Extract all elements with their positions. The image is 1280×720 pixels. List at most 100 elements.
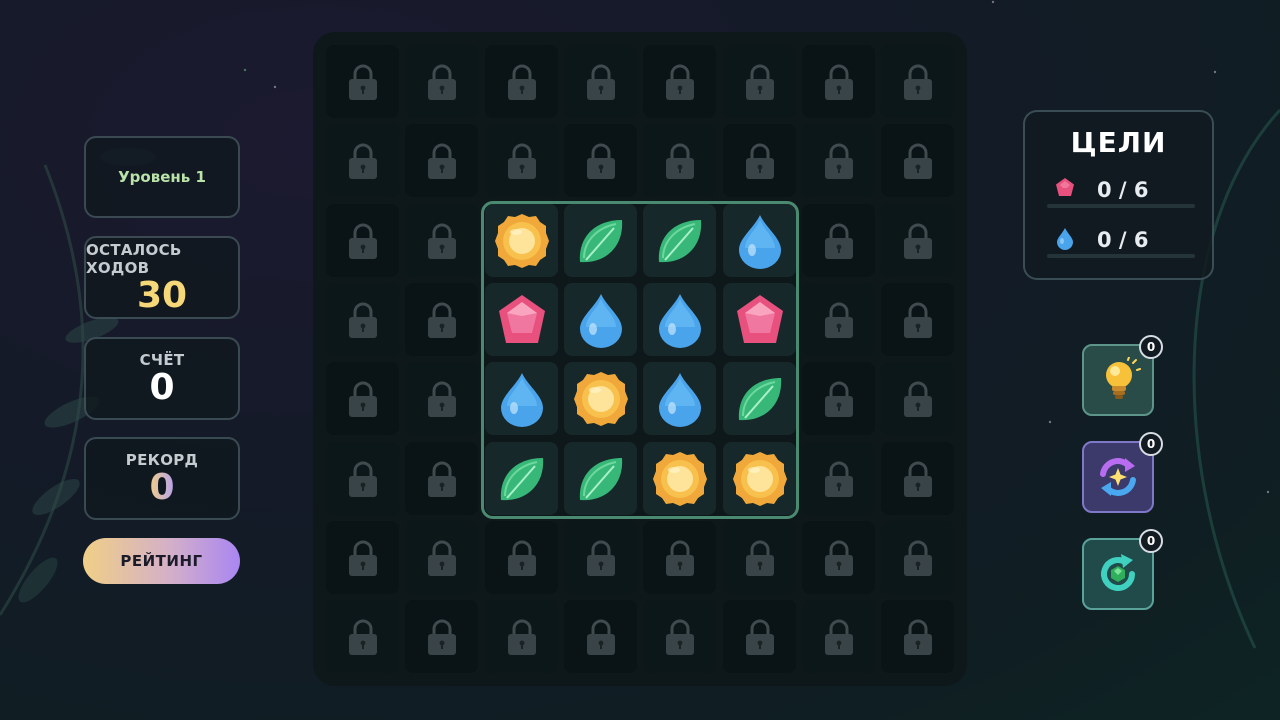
coin-gem-icon <box>731 450 789 508</box>
leaf-gem-icon <box>733 372 787 426</box>
coin-gem-icon <box>493 212 551 270</box>
board-cell-coin[interactable] <box>485 204 558 277</box>
board-cell-drop[interactable] <box>723 204 796 277</box>
padlock-icon <box>823 63 855 101</box>
padlock-icon <box>585 63 617 101</box>
padlock-icon <box>426 63 458 101</box>
locked-cell <box>326 362 399 435</box>
drop-gem-icon <box>576 291 626 349</box>
board-cell-coin[interactable] <box>564 362 637 435</box>
padlock-icon <box>426 618 458 656</box>
board-cell-leaf[interactable] <box>723 362 796 435</box>
coin-gem-icon <box>651 450 709 508</box>
locked-cell <box>881 124 954 197</box>
padlock-icon <box>902 222 934 260</box>
locked-cell <box>485 600 558 673</box>
padlock-icon <box>347 380 379 418</box>
board-cell-coin[interactable] <box>643 442 716 515</box>
moves-label: ОСТАЛОСЬ ХОДОВ <box>86 240 182 277</box>
padlock-icon <box>585 142 617 180</box>
board-cell-leaf[interactable] <box>643 204 716 277</box>
refresh-icon <box>1101 554 1135 592</box>
board-cell-ruby[interactable] <box>485 283 558 356</box>
drop-gem-icon <box>655 291 705 349</box>
locked-cell <box>723 124 796 197</box>
shuffle-booster-button[interactable]: 0 <box>1082 432 1163 513</box>
padlock-icon <box>823 301 855 339</box>
goal-drop-bar <box>1047 254 1195 258</box>
board-cell-drop[interactable] <box>643 362 716 435</box>
padlock-icon <box>347 142 379 180</box>
padlock-icon <box>902 539 934 577</box>
locked-cell <box>405 124 478 197</box>
moves-remaining-panel: ОСТАЛОСЬ ХОДОВ 30 <box>84 236 240 319</box>
padlock-icon <box>664 142 696 180</box>
drop-gem-icon <box>735 212 785 270</box>
padlock-icon <box>664 618 696 656</box>
shuffle-icon <box>1100 458 1136 496</box>
locked-cell <box>326 600 399 673</box>
padlock-icon <box>823 539 855 577</box>
refresh-count-badge: 0 <box>1139 529 1163 553</box>
leaf-gem-icon <box>653 214 707 268</box>
goal-drop-progress: 0 / 6 <box>1097 228 1149 252</box>
locked-cell <box>564 600 637 673</box>
padlock-icon <box>347 539 379 577</box>
board-cell-leaf[interactable] <box>564 204 637 277</box>
rating-button[interactable]: РЕЙТИНГ <box>83 538 240 584</box>
board-cell-leaf[interactable] <box>564 442 637 515</box>
refresh-booster-button[interactable]: 0 <box>1082 529 1163 610</box>
goal-row-drop: 0 / 6 <box>1047 226 1195 266</box>
board-cell-ruby[interactable] <box>723 283 796 356</box>
locked-cell <box>405 204 478 277</box>
ruby-gem-icon <box>1056 178 1074 196</box>
padlock-icon <box>506 618 538 656</box>
locked-cell <box>405 45 478 118</box>
padlock-icon <box>744 618 776 656</box>
padlock-icon <box>347 63 379 101</box>
padlock-icon <box>426 142 458 180</box>
board-cell-coin[interactable] <box>723 442 796 515</box>
locked-cell <box>326 204 399 277</box>
padlock-icon <box>426 380 458 418</box>
padlock-icon <box>347 618 379 656</box>
locked-cell <box>326 45 399 118</box>
padlock-icon <box>347 301 379 339</box>
locked-cell <box>564 521 637 594</box>
locked-cell <box>405 442 478 515</box>
drop-gem-icon <box>497 370 547 428</box>
locked-cell <box>881 442 954 515</box>
locked-cell <box>643 600 716 673</box>
padlock-icon <box>902 618 934 656</box>
padlock-icon <box>426 222 458 260</box>
board-cell-drop[interactable] <box>643 283 716 356</box>
locked-cell <box>881 45 954 118</box>
padlock-icon <box>823 460 855 498</box>
locked-cell <box>881 521 954 594</box>
water-drop-icon <box>1057 228 1073 250</box>
locked-cell <box>802 204 875 277</box>
board-cell-leaf[interactable] <box>485 442 558 515</box>
padlock-icon <box>506 142 538 180</box>
locked-cell <box>802 283 875 356</box>
locked-cell <box>326 283 399 356</box>
board-cell-drop[interactable] <box>485 362 558 435</box>
locked-cell <box>405 362 478 435</box>
leaf-gem-icon <box>574 452 628 506</box>
level-label: Уровень 1 <box>118 168 206 186</box>
locked-cell <box>643 521 716 594</box>
padlock-icon <box>823 222 855 260</box>
board-cell-drop[interactable] <box>564 283 637 356</box>
record-panel: РЕКОРД 0 <box>84 437 240 520</box>
locked-cell <box>485 45 558 118</box>
padlock-icon <box>744 142 776 180</box>
locked-cell <box>881 283 954 356</box>
leaf-gem-icon <box>495 452 549 506</box>
record-value: 0 <box>149 466 175 508</box>
hint-booster-button[interactable]: 0 <box>1082 335 1163 416</box>
goals-panel: ЦЕЛИ 0 / 6 0 / 6 <box>1023 110 1214 280</box>
padlock-icon <box>347 460 379 498</box>
padlock-icon <box>902 460 934 498</box>
padlock-icon <box>902 63 934 101</box>
locked-cell <box>723 600 796 673</box>
